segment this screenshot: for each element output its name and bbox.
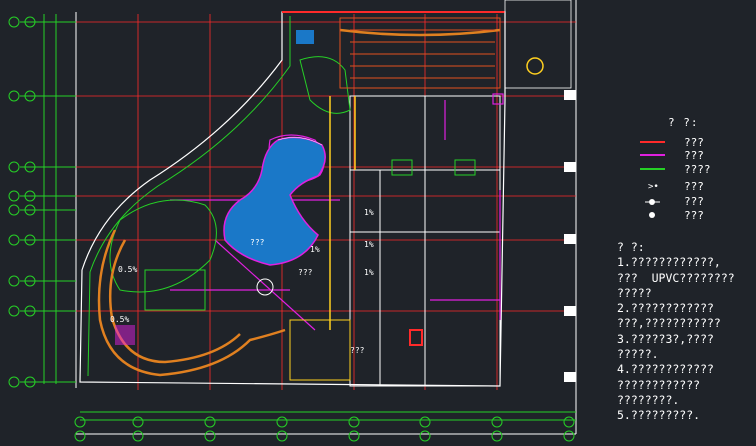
legend-label-red: ??? (684, 136, 704, 149)
legend-label-green: ???? (684, 163, 711, 176)
notes-line: ???,??????????? (617, 316, 721, 331)
bottom-axis (74, 411, 576, 442)
notes-line: ????????. (617, 392, 680, 407)
notes-line: ? ?: (617, 240, 645, 254)
notes-line: ???????????? (617, 377, 701, 392)
slope-label-e: 1% (310, 245, 320, 254)
deck-label: ??? (350, 346, 365, 355)
legend-label-fixture: ??? (684, 180, 704, 193)
notes-block: ? ?: 1.????????????, ??? UPVC???????? ??… (617, 240, 735, 424)
notes-line: 1.????????????, (617, 255, 721, 270)
slope-label-b: 0.5% (110, 315, 130, 324)
legend-label-spot: ??? (684, 195, 704, 208)
notes-line: 4.???????????? (617, 362, 714, 377)
plaza-label: ??? (298, 268, 313, 277)
drawing-frame (75, 0, 577, 435)
fixtures (115, 30, 544, 381)
slope-label-f: 1% (364, 268, 374, 277)
legend-spot-icon (645, 199, 660, 205)
right-axis-tags (564, 90, 576, 382)
slope-label-d: 1% (364, 240, 374, 249)
legend-symbols: >• (640, 141, 665, 218)
notes-line: ??? UPVC???????? (617, 270, 735, 285)
legend-dot-icon (649, 212, 655, 218)
slope-label-c: 1% (364, 208, 374, 217)
legend-fixture-icon: >• (648, 182, 659, 192)
utility-lines (170, 93, 504, 331)
yellow-edges (329, 96, 356, 330)
slope-label-a: 0.5% (118, 265, 138, 274)
notes-line: ?????. (617, 347, 659, 362)
pergola (339, 17, 501, 89)
left-axis (8, 14, 76, 388)
pool-label: ??? (250, 238, 265, 247)
notes-line: 5.?????????. (617, 408, 701, 423)
legend-label-magenta: ??? (684, 149, 704, 162)
walkway (97, 28, 501, 377)
legend-title: ? ?: (668, 116, 699, 129)
notes-line: ????? (617, 285, 652, 300)
legend-label-dot: ??? (684, 209, 704, 222)
notes-line: 3.?????3?,???? (617, 331, 714, 346)
notes-line: 2.???????????? (617, 301, 714, 316)
